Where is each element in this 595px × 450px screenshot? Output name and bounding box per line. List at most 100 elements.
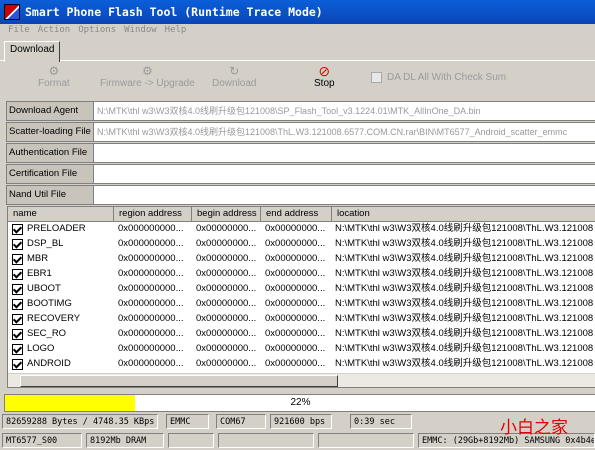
menu-file[interactable]: File xyxy=(8,25,30,40)
firmware-upgrade-label: Firmware -> Upgrade xyxy=(100,78,195,89)
tab-strip: Download xyxy=(0,40,595,62)
scrollbar-thumb[interactable] xyxy=(20,375,338,387)
authentication-file-button[interactable]: Authentication File xyxy=(6,143,94,163)
cell-location: N:\MTK\thl w3\W3双核4.0线刷升级包121008\ThL.W3.… xyxy=(335,328,594,339)
cell-region-address: 0x000000000... xyxy=(118,268,184,279)
cell-location: N:\MTK\thl w3\W3双核4.0线刷升级包121008\ThL.W3.… xyxy=(335,298,594,309)
firmware-icon: ⚙ xyxy=(142,64,153,78)
cell-end-address: 0x00000000... xyxy=(265,313,326,324)
cell-begin-address: 0x00000000... xyxy=(196,358,257,369)
status-blank-3 xyxy=(318,433,414,448)
row-checkbox[interactable] xyxy=(12,284,23,295)
status-com-port: COM67 xyxy=(216,414,266,429)
row-checkbox[interactable] xyxy=(12,299,23,310)
authentication-file-field[interactable] xyxy=(93,143,595,163)
format-icon: ⚙ xyxy=(48,64,60,78)
cell-name: SEC_RO xyxy=(27,328,67,339)
cell-region-address: 0x000000000... xyxy=(118,253,184,264)
menu-options[interactable]: Options xyxy=(78,25,116,40)
cell-end-address: 0x00000000... xyxy=(265,268,326,279)
scatter-file-field[interactable]: N:\MTK\thl w3\W3双核4.0线刷升级包121008\ThL.W3.… xyxy=(93,122,595,142)
cell-location: N:\MTK\thl w3\W3双核4.0线刷升级包121008\ThL.W3.… xyxy=(335,283,594,294)
cell-end-address: 0x00000000... xyxy=(265,358,326,369)
certification-file-field[interactable] xyxy=(93,164,595,184)
format-button[interactable]: ⚙ Format xyxy=(38,64,70,89)
scatter-file-row: Scatter-loading File N:\MTK\thl w3\W3双核4… xyxy=(6,122,595,142)
column-header-location[interactable]: location xyxy=(332,207,595,221)
cell-region-address: 0x000000000... xyxy=(118,238,184,249)
table-row[interactable]: BOOTIMG 0x000000000... 0x00000000... 0x0000… xyxy=(8,297,595,311)
table-row[interactable]: DSP_BL 0x000000000... 0x00000000... 0x00000… xyxy=(8,237,595,251)
download-agent-button[interactable]: Download Agent xyxy=(6,101,94,121)
table-row[interactable]: ANDROID 0x000000000... 0x00000000... 0x0000… xyxy=(8,357,595,371)
firmware-upgrade-button[interactable]: ⚙ Firmware -> Upgrade xyxy=(100,64,195,89)
nand-util-file-button[interactable]: Nand Util File xyxy=(6,185,94,205)
da-dl-label: DA DL All With Check Sum xyxy=(387,72,507,83)
menu-window[interactable]: Window xyxy=(124,25,157,40)
row-checkbox[interactable] xyxy=(12,239,23,250)
cell-region-address: 0x000000000... xyxy=(118,298,184,309)
status-blank-2 xyxy=(218,433,314,448)
certification-file-button[interactable]: Certification File xyxy=(6,164,94,184)
table-row[interactable]: EBR1 0x000000000... 0x00000000... 0x0000000… xyxy=(8,267,595,281)
cell-begin-address: 0x00000000... xyxy=(196,328,257,339)
table-header: name region address begin address end ad… xyxy=(8,207,595,222)
nand-util-file-field[interactable] xyxy=(93,185,595,205)
row-checkbox[interactable] xyxy=(12,344,23,355)
row-checkbox[interactable] xyxy=(12,254,23,265)
stop-icon: ⊘ xyxy=(318,63,331,79)
table-row[interactable]: LOGO 0x000000000... 0x00000000... 0x0000000… xyxy=(8,342,595,356)
cell-location: N:\MTK\thl w3\W3双核4.0线刷升级包121008\ThL.W3.… xyxy=(335,238,594,249)
cell-name: UBOOT xyxy=(27,283,61,294)
table-row[interactable]: SEC_RO 0x000000000... 0x00000000... 0x00000… xyxy=(8,327,595,341)
row-checkbox[interactable] xyxy=(12,224,23,235)
scatter-file-button[interactable]: Scatter-loading File xyxy=(6,122,94,142)
cell-begin-address: 0x00000000... xyxy=(196,313,257,324)
progress-text: 22% xyxy=(290,397,311,408)
row-checkbox[interactable] xyxy=(12,329,23,340)
status-elapsed-time: 0:39 sec xyxy=(350,414,412,429)
column-header-begin-address[interactable]: begin address xyxy=(192,207,261,221)
cell-location: N:\MTK\thl w3\W3双核4.0线刷升级包121008\ThL.W3.… xyxy=(335,253,594,264)
status-dram: 8192Mb DRAM xyxy=(86,433,164,448)
cell-name: EBR1 xyxy=(27,268,52,279)
cell-region-address: 0x000000000... xyxy=(118,358,184,369)
cell-begin-address: 0x00000000... xyxy=(196,238,257,249)
download-agent-field[interactable]: N:\MTK\thl w3\W3双核4.0线刷升级包121008\SP_Flas… xyxy=(93,101,595,121)
column-header-end-address[interactable]: end address xyxy=(261,207,332,221)
title-bar: Smart Phone Flash Tool (Runtime Trace Mo… xyxy=(0,0,595,24)
cell-name: MBR xyxy=(27,253,49,264)
cell-location: N:\MTK\thl w3\W3双核4.0线刷升级包121008\ThL.W3.… xyxy=(335,268,594,279)
da-dl-checkbox[interactable]: DA DL All With Check Sum xyxy=(371,72,506,83)
menu-help[interactable]: Help xyxy=(165,25,187,40)
column-header-name[interactable]: name xyxy=(8,207,114,221)
app-icon xyxy=(4,4,20,20)
stop-button[interactable]: ⊘ Stop xyxy=(314,64,335,89)
cell-end-address: 0x00000000... xyxy=(265,298,326,309)
cell-name: DSP_BL xyxy=(27,238,64,249)
horizontal-scrollbar[interactable] xyxy=(8,373,595,387)
status-baud-rate: 921600 bps xyxy=(270,414,332,429)
download-button[interactable]: ↻ Download xyxy=(212,64,256,89)
cell-location: N:\MTK\thl w3\W3双核4.0线刷升级包121008\ThL.W3.… xyxy=(335,313,594,324)
cell-location: N:\MTK\thl w3\W3双核4.0线刷升级包121008\ThL.W3.… xyxy=(335,343,594,354)
cell-end-address: 0x00000000... xyxy=(265,223,326,234)
row-checkbox[interactable] xyxy=(12,359,23,370)
cell-end-address: 0x00000000... xyxy=(265,253,326,264)
table-row[interactable]: PRELOADER 0x000000000... 0x00000000... 0x00… xyxy=(8,222,595,236)
table-row[interactable]: UBOOT 0x000000000... 0x00000000... 0x000000… xyxy=(8,282,595,296)
row-checkbox[interactable] xyxy=(12,269,23,280)
cell-location: N:\MTK\thl w3\W3双核4.0线刷升级包121008\ThL.W3.… xyxy=(335,223,594,234)
tab-download[interactable]: Download xyxy=(4,41,61,62)
status-storage-type: EMMC xyxy=(166,414,209,429)
progress-bar: 22% xyxy=(4,394,595,412)
row-checkbox[interactable] xyxy=(12,314,23,325)
menu-action[interactable]: Action xyxy=(38,25,71,40)
table-row[interactable]: RECOVERY 0x000000000... 0x00000000... 0x000… xyxy=(8,312,595,326)
table-row[interactable]: MBR 0x000000000... 0x00000000... 0x00000000… xyxy=(8,252,595,266)
checkbox-box xyxy=(371,72,382,83)
cell-name: RECOVERY xyxy=(27,313,81,324)
download-icon: ↻ xyxy=(229,64,240,78)
column-header-region-address[interactable]: region address xyxy=(114,207,192,221)
cell-name: ANDROID xyxy=(27,358,71,369)
